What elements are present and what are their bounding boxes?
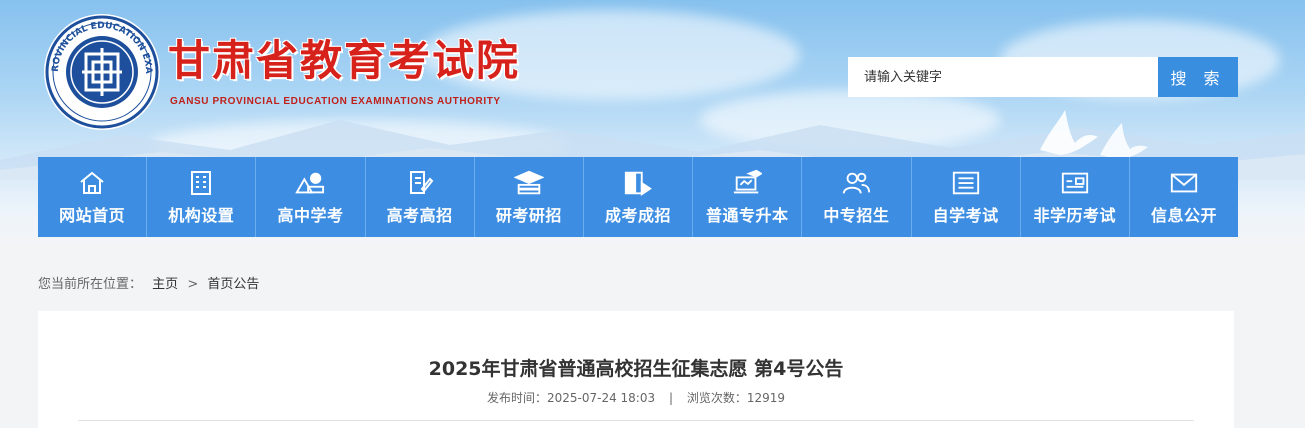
nav-label: 信息公开 — [1150, 206, 1217, 225]
main-nav: 网站首页 机构设置 高中学考 高考高招 研考研招 成考成招 普通专升本 中专招生… — [38, 157, 1238, 237]
nav-item-home[interactable]: 网站首页 — [38, 157, 148, 237]
breadcrumb-separator: > — [187, 277, 199, 292]
nav-item-upgrade[interactable]: 普通专升本 — [693, 157, 803, 237]
mail-icon — [1169, 168, 1199, 198]
views-label: 浏览次数： — [686, 391, 747, 405]
books-apple-icon — [295, 168, 325, 198]
article-title: 2025年甘肃省普通高校招生征集志愿 第4号公告 — [428, 358, 844, 380]
meta-divider: | — [668, 391, 673, 405]
nav-item-gaokao[interactable]: 高考高招 — [366, 157, 475, 237]
breadcrumb-prefix: 您当前所在位置： — [38, 277, 143, 292]
publish-label: 发布时间： — [486, 391, 547, 405]
nav-label: 研考研招 — [495, 206, 562, 225]
nav-label: 成考成招 — [605, 206, 672, 225]
book-arrow-icon — [623, 168, 653, 198]
nav-label: 中专招生 — [823, 206, 890, 225]
nav-label: 机构设置 — [168, 206, 235, 225]
nav-label: 高考高招 — [386, 206, 453, 225]
home-icon — [77, 168, 107, 198]
site-title-en: GANSU PROVINCIAL EDUCATION EXAMINATIONS … — [170, 96, 501, 107]
building-icon — [186, 168, 216, 198]
nav-item-vocational[interactable]: 中专招生 — [802, 157, 912, 237]
breadcrumb-current-link[interactable]: 首页公告 — [207, 277, 259, 292]
article-meta: 发布时间：2025-07-24 18:03 | 浏览次数：12919 — [38, 389, 1234, 406]
publish-time: 2025-07-24 18:03 — [546, 391, 656, 405]
nav-label: 自学考试 — [932, 206, 999, 225]
document-pen-icon — [405, 168, 435, 198]
title-divider — [78, 420, 1194, 421]
nav-label: 网站首页 — [59, 206, 126, 225]
nav-item-graduate[interactable]: 研考研招 — [475, 157, 584, 237]
nav-item-adult[interactable]: 成考成招 — [584, 157, 694, 237]
nav-item-self-study[interactable]: 自学考试 — [912, 157, 1021, 237]
nav-label: 非学历考试 — [1033, 206, 1117, 225]
breadcrumb-home-link[interactable]: 主页 — [152, 277, 178, 292]
users-icon — [841, 168, 871, 198]
nav-item-highschool[interactable]: 高中学考 — [256, 157, 366, 237]
nav-item-organization[interactable]: 机构设置 — [147, 157, 257, 237]
nav-item-non-degree[interactable]: 非学历考试 — [1021, 157, 1130, 237]
search-button[interactable]: 搜 索 — [1158, 57, 1238, 97]
graduation-cap-books-icon — [513, 168, 544, 198]
list-icon — [951, 168, 981, 198]
nav-item-info-disclosure[interactable]: 信息公开 — [1130, 157, 1238, 237]
breadcrumb: 您当前所在位置： 主页 > 首页公告 — [38, 273, 259, 292]
doves-icon — [1040, 110, 1148, 159]
id-card-icon — [1060, 168, 1090, 198]
nav-label: 普通专升本 — [705, 206, 789, 225]
article-panel: 2025年甘肃省普通高校招生征集志愿 第4号公告 发布时间：2025-07-24… — [38, 311, 1234, 428]
search-input[interactable] — [848, 57, 1158, 97]
site-title[interactable]: 甘肃省教育考试院 — [168, 40, 520, 82]
views-count: 12919 — [746, 391, 786, 405]
nav-label: 高中学考 — [277, 206, 344, 225]
logo-emblem[interactable]: 甘肃省教育考试院 GANSU PROVINCIAL EDUCATION EXAM… — [36, 3, 162, 132]
laptop-cap-icon — [732, 168, 763, 198]
